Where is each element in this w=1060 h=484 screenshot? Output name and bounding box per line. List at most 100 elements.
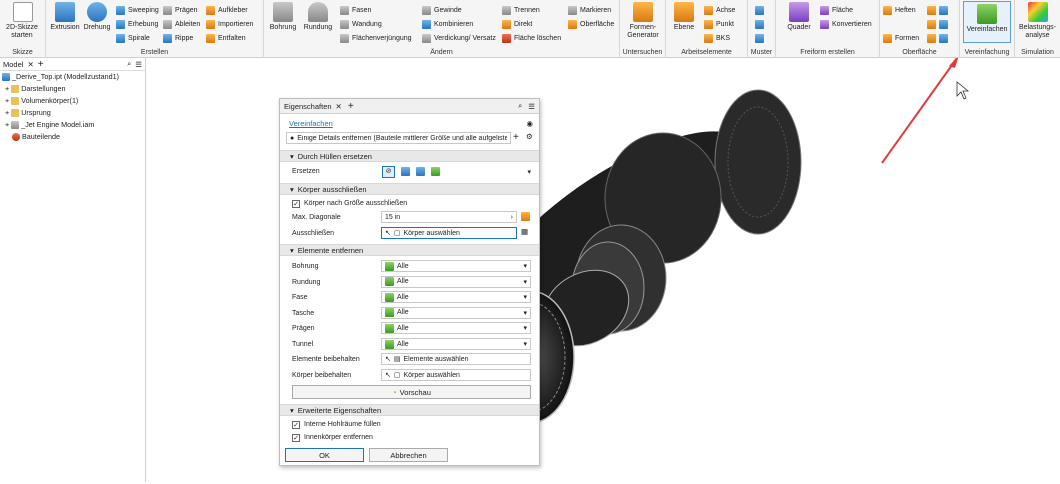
element-filter-dropdown[interactable]: Alle ▾ [381, 275, 531, 288]
innenkoerper-checkbox-row[interactable]: ✓ Innenkörper entfernen [292, 431, 531, 444]
hohlraeume-checkbox-row[interactable]: ✓ Interne Hohlräume füllen [292, 418, 531, 431]
section-elemente-entfernen[interactable]: ▾ Elemente entfernen [280, 244, 539, 256]
flaeche-button[interactable]: Fläche [820, 4, 853, 16]
add-preset-icon[interactable]: + [513, 132, 519, 143]
wandung-button[interactable]: Wandung [340, 18, 382, 30]
import-icon [206, 19, 215, 29]
ok-button[interactable]: OK [285, 448, 364, 462]
group-oberflaeche: Heften Formen Oberfläche [880, 0, 960, 58]
punkt-button[interactable]: Punkt [704, 18, 734, 30]
oberflaeche-button[interactable]: Oberfläche [568, 18, 614, 30]
browser-tab[interactable]: Model [3, 60, 23, 69]
group-erstellen: Extrusion Drehung Sweeping Erhebung Spir… [46, 0, 264, 58]
rect-pattern-button[interactable] [755, 4, 764, 16]
groesse-checkbox-row[interactable]: ✓ Körper nach Größe ausschließen [292, 197, 531, 210]
vorschau-button[interactable]: ◔ Vorschau [292, 385, 531, 399]
cursor-icon [956, 81, 970, 100]
markieren-button[interactable]: Markieren [568, 4, 611, 16]
add-tab-icon[interactable]: + [348, 101, 354, 112]
bohrung-button[interactable]: Bohrung [268, 2, 298, 32]
tree-item[interactable]: + _Jet Engine Model.iam [2, 119, 145, 131]
preview-icon: ◔ [392, 387, 397, 397]
ebene-button[interactable]: Ebene [670, 2, 698, 32]
tree-item[interactable]: + Ursprung [2, 107, 145, 119]
section-durch-huellen[interactable]: ▾ Durch Hüllen ersetzen [280, 150, 539, 162]
element-filter-dropdown[interactable]: Alle ▾ [381, 306, 531, 319]
menu-icon[interactable]: ☰ [135, 60, 142, 69]
panel-tab[interactable]: Eigenschaften [284, 102, 332, 111]
direkt-button[interactable]: Direkt [502, 18, 532, 30]
achse-button[interactable]: Achse [704, 4, 735, 16]
praegen-button[interactable]: Prägen [163, 4, 198, 16]
checkbox[interactable]: ✓ [292, 433, 300, 442]
aufkleber-button[interactable]: Aufkleber [206, 4, 248, 16]
section-koerper-ausschliessen[interactable]: ▾ Körper ausschließen [280, 183, 539, 195]
max-diagonale-input[interactable]: 15 in › [381, 211, 517, 223]
entfalten-button[interactable]: Entfalten [206, 32, 246, 44]
element-filter-dropdown[interactable]: Alle ▾ [381, 260, 531, 272]
ausschliessen-select[interactable]: ↖ ▢ Körper auswählen [381, 227, 517, 239]
search-icon[interactable]: ⌕ [518, 101, 522, 111]
tree-item[interactable]: + Volumenkörper(1) [2, 95, 145, 107]
ableiten-button[interactable]: Ableiten [163, 18, 200, 30]
measure-icon[interactable] [521, 212, 530, 221]
none-option-icon[interactable]: ⊘ [382, 165, 395, 178]
mirror-button[interactable] [755, 32, 764, 44]
heften-button[interactable]: Heften [883, 4, 916, 16]
patch-button[interactable] [927, 4, 948, 16]
tree-item[interactable]: + Darstellungen [2, 83, 145, 95]
extend-button[interactable] [927, 18, 948, 30]
menu-icon[interactable]: ☰ [528, 102, 535, 111]
drehung-button[interactable]: Drehung [82, 2, 112, 32]
circ-pattern-button[interactable] [755, 18, 764, 30]
abbrechen-button[interactable]: Abbrechen [369, 448, 448, 462]
element-filter-dropdown[interactable]: Alle ▾ [381, 291, 531, 304]
verdickung-button[interactable]: Verdickung/ Versatz [422, 32, 496, 44]
formen-generator-button[interactable]: Formen-Generator [623, 2, 663, 40]
cylinder-option-icon[interactable] [416, 167, 425, 176]
quader-button[interactable]: Quader [784, 2, 814, 32]
checkbox[interactable]: ✓ [292, 199, 300, 208]
rundung-button[interactable]: Rundung [302, 2, 334, 32]
erhebung-button[interactable]: Erhebung [116, 18, 158, 30]
element-filter-dropdown[interactable]: Alle ▾ [381, 322, 531, 335]
replace-button[interactable] [927, 32, 948, 44]
visibility-icon[interactable]: ◉ [526, 119, 533, 128]
section-erweiterte[interactable]: ▾ Erweiterte Eigenschaften [280, 404, 539, 416]
extrusion-button[interactable]: Extrusion [50, 2, 80, 32]
importieren-button[interactable]: Importieren [206, 18, 253, 30]
vereinfachen-button[interactable]: Vereinfachen [963, 1, 1011, 43]
kombinieren-button[interactable]: Kombinieren [422, 18, 473, 30]
konvertieren-button[interactable]: Konvertieren [820, 18, 872, 30]
formen-button[interactable]: Formen [883, 32, 919, 44]
chevron-down-icon[interactable]: ▾ [527, 168, 531, 176]
close-icon[interactable]: ✕ [27, 60, 33, 69]
element-filter-dropdown[interactable]: Alle ▾ [381, 338, 531, 350]
gear-icon[interactable]: ⚙ [526, 132, 533, 141]
fasen-button[interactable]: Fasen [340, 4, 371, 16]
tree-root[interactable]: _Derive_Top.ipt (Modellzustand1) [2, 71, 145, 83]
koerper-beibehalten-select[interactable]: ↖ ▢ Körper auswählen [381, 369, 531, 381]
custom-option-icon[interactable] [431, 167, 440, 176]
spirale-button[interactable]: Spirale [116, 32, 150, 44]
sweeping-button[interactable]: Sweeping [116, 4, 159, 16]
derive-icon [163, 19, 172, 29]
flaechenverjuengung-button[interactable]: Flächenverjüngung [340, 32, 412, 44]
start-sketch-button[interactable]: 2D-Skizze starten [4, 2, 42, 40]
rippe-button[interactable]: Rippe [163, 32, 193, 44]
box-option-icon[interactable] [401, 167, 410, 176]
add-tab-icon[interactable]: + [38, 59, 44, 70]
trennen-button[interactable]: Trennen [502, 4, 540, 16]
flaeche-loeschen-button[interactable]: Fläche löschen [502, 32, 561, 44]
tree-item[interactable]: Bauteilende [2, 131, 145, 143]
close-icon[interactable]: ✕ [336, 102, 342, 111]
vereinfachen-link[interactable]: Vereinfachen [289, 119, 333, 128]
gewinde-button[interactable]: Gewinde [422, 4, 462, 16]
belastungsanalyse-button[interactable]: Belastungs-analyse [1017, 2, 1058, 40]
bks-button[interactable]: BKS [704, 32, 730, 44]
elemente-beibehalten-select[interactable]: ↖ ▤ Elemente auswählen [381, 353, 531, 365]
checkbox[interactable]: ✓ [292, 420, 300, 429]
grid-icon[interactable]: ▦ [521, 227, 528, 236]
search-icon[interactable]: ⌕ [127, 59, 131, 69]
preset-dropdown[interactable]: ● Einige Details entfernen (Bauteile mitt… [286, 132, 511, 144]
